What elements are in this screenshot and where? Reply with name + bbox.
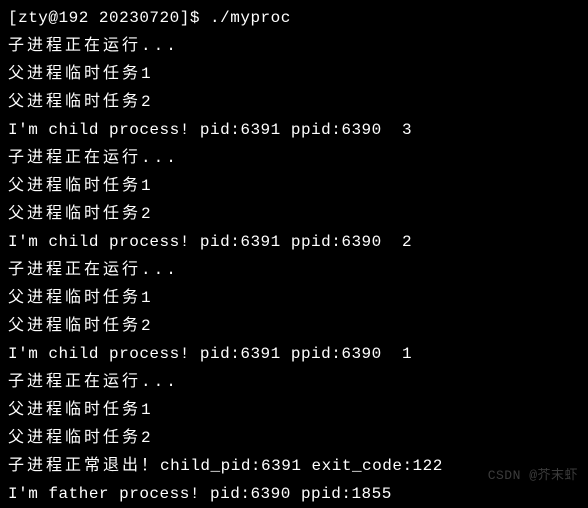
terminal-line: 父进程临时任务2 xyxy=(8,88,580,116)
output-text: 父进程临时任务1 xyxy=(8,177,154,195)
terminal-line: 子进程正在运行... xyxy=(8,32,580,60)
terminal-line: 子进程正在运行... xyxy=(8,256,580,284)
terminal-line: 父进程临时任务1 xyxy=(8,396,580,424)
watermark-text: CSDN @芥末虾 xyxy=(488,465,578,488)
terminal-line: 子进程正在运行... xyxy=(8,144,580,172)
terminal-line: I'm child process! pid:6391 ppid:6390 1 xyxy=(8,340,580,368)
terminal-line: I'm child process! pid:6391 ppid:6390 2 xyxy=(8,228,580,256)
terminal-output: [zty@192 20230720]$ ./myproc 子进程正在运行... 父进… xyxy=(8,4,580,508)
output-text: 父进程临时任务2 xyxy=(8,429,154,447)
output-text: 子进程正在运行... xyxy=(8,149,179,167)
terminal-line: I'm child process! pid:6391 ppid:6390 3 xyxy=(8,116,580,144)
output-text: 子进程正常退出！ xyxy=(8,457,160,475)
output-text: 父进程临时任务2 xyxy=(8,205,154,223)
output-text: 子进程正在运行... xyxy=(8,373,179,391)
output-text: 父进程临时任务1 xyxy=(8,65,154,83)
terminal-line: 父进程临时任务2 xyxy=(8,424,580,452)
terminal-line: 子进程正在运行... xyxy=(8,368,580,396)
shell-prompt: [zty@192 20230720]$ xyxy=(8,9,210,27)
shell-command: ./myproc xyxy=(210,9,291,27)
terminal-line: [zty@192 20230720]$ ./myproc xyxy=(8,4,580,32)
terminal-line: 父进程临时任务1 xyxy=(8,284,580,312)
output-text: 父进程临时任务2 xyxy=(8,93,154,111)
output-text: 子进程正在运行... xyxy=(8,37,179,55)
output-text: child_pid:6391 exit_code:122 xyxy=(160,457,443,475)
terminal-line: 父进程临时任务1 xyxy=(8,172,580,200)
output-text: 父进程临时任务1 xyxy=(8,401,154,419)
terminal-line: 父进程临时任务1 xyxy=(8,60,580,88)
terminal-line: 父进程临时任务2 xyxy=(8,200,580,228)
output-text: 子进程正在运行... xyxy=(8,261,179,279)
output-text: 父进程临时任务1 xyxy=(8,289,154,307)
terminal-line: 父进程临时任务2 xyxy=(8,312,580,340)
output-text: 父进程临时任务2 xyxy=(8,317,154,335)
